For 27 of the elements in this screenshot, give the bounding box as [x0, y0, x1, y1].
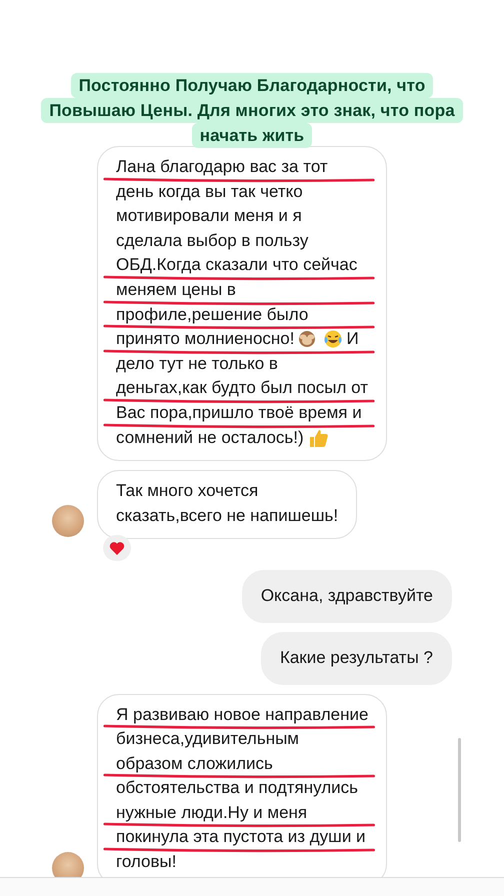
message-text: сомнений не осталось!) — [116, 426, 304, 449]
message-text: головы! — [116, 851, 176, 874]
message-text: бизнеса,удивительным — [116, 728, 299, 750]
message-text: меняем цены в — [116, 278, 236, 301]
message-text: обстоятельства и подтянулись — [116, 777, 358, 800]
monkey-emoji-icon — [297, 329, 318, 350]
message-text: Лана благодарю вас за тот — [116, 156, 328, 178]
message-text: профиле,решение было — [116, 304, 308, 326]
message-text: Какие результаты ? — [280, 646, 433, 669]
message-text: нужные люди.Ну и меня — [116, 802, 308, 824]
message-text: сказать,всего не напишешь! — [116, 504, 338, 527]
heart-icon — [109, 540, 125, 556]
message-text: И — [346, 328, 359, 350]
message-text: сделала выбор в пользу — [116, 230, 308, 252]
message-text: покинула эта пустота из души и — [116, 826, 366, 848]
message-text: дело тут не только в — [116, 352, 278, 375]
message-text: ОБД.Когда сказали что сейчас — [116, 254, 358, 276]
message-text: мотивировали меня и я — [116, 205, 302, 228]
message-text: принято молниеносно! — [116, 328, 294, 350]
message-text: Вас пора,пришло твоё время и — [116, 402, 362, 424]
message-text: день когда вы так четко — [116, 180, 303, 203]
message-text: образом сложились — [116, 752, 273, 775]
message-text: Оксана, здравствуйте — [260, 585, 433, 608]
laughing-emoji-icon — [323, 329, 344, 350]
message-text: деньгах,как будто был посыл от — [116, 377, 368, 400]
message-text: Так много хочется — [116, 480, 258, 502]
message-text: Я развиваю новое направление — [116, 704, 368, 726]
